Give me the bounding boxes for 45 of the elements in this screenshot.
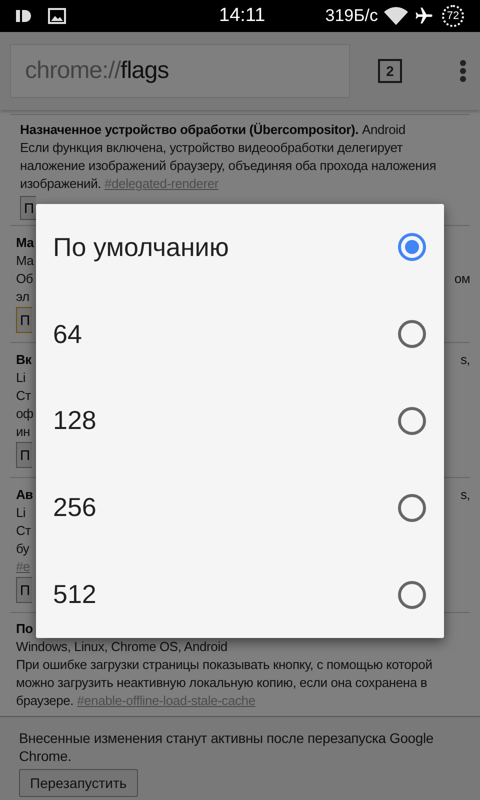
- tab-count-button[interactable]: 2: [378, 59, 402, 83]
- option-row[interactable]: 64: [36, 290, 444, 378]
- radio-button[interactable]: [398, 233, 426, 262]
- option-row[interactable]: 256: [36, 464, 444, 552]
- flag-description: эл: [16, 288, 30, 306]
- flag-description: ом: [454, 270, 470, 288]
- flag-description: Ма: [16, 252, 34, 270]
- flag-title: Ма: [16, 234, 34, 252]
- flag-title: Ав: [16, 486, 33, 504]
- image-icon: [48, 8, 66, 24]
- flag-title: По: [16, 620, 34, 638]
- battery-level: 72: [442, 5, 464, 27]
- flag-description: бу: [16, 540, 30, 558]
- radio-button[interactable]: [398, 320, 426, 348]
- flag-select-button[interactable]: П: [16, 577, 32, 603]
- radio-button[interactable]: [398, 406, 426, 435]
- flag-select-button[interactable]: П: [16, 307, 32, 333]
- flag-select-button[interactable]: П: [20, 196, 36, 220]
- option-row[interactable]: 128: [36, 378, 444, 464]
- radio-button[interactable]: [398, 494, 426, 522]
- flag-description: Li: [16, 504, 26, 522]
- flag-description: ин: [16, 423, 30, 441]
- flag-title: Вк: [16, 351, 32, 369]
- flag-description: s,: [460, 351, 470, 369]
- flag-description: оф: [16, 405, 34, 423]
- notification-icon: [16, 9, 32, 23]
- airplane-icon: [414, 6, 434, 26]
- flag-select-button[interactable]: П: [16, 442, 32, 468]
- option-row[interactable]: 512: [36, 551, 444, 638]
- restart-message: Внесенные изменения станут активны после перезапуска Google Chrome.: [19, 729, 434, 765]
- url-field[interactable]: chrome://flags: [10, 44, 350, 98]
- radio-button[interactable]: [398, 580, 426, 609]
- flag-description: Li: [16, 369, 26, 387]
- clock: 14:11: [219, 4, 266, 28]
- flag-description: Об: [16, 270, 33, 288]
- network-speed: 319Б/с: [325, 5, 378, 28]
- flag-description: s,: [460, 486, 470, 504]
- flag-description: Ст: [16, 387, 31, 405]
- flag-platforms: Windows, Linux, Chrome OS, Android: [16, 638, 228, 656]
- restart-button[interactable]: Перезапустить: [19, 769, 138, 797]
- menu-icon[interactable]: [460, 60, 466, 82]
- flag-description: Ст: [16, 522, 31, 540]
- flag-title: Назначенное устройство обработки (Übercompositor). Android: [20, 121, 406, 139]
- option-row[interactable]: По умолчанию: [36, 204, 444, 291]
- wifi-icon: [384, 7, 408, 25]
